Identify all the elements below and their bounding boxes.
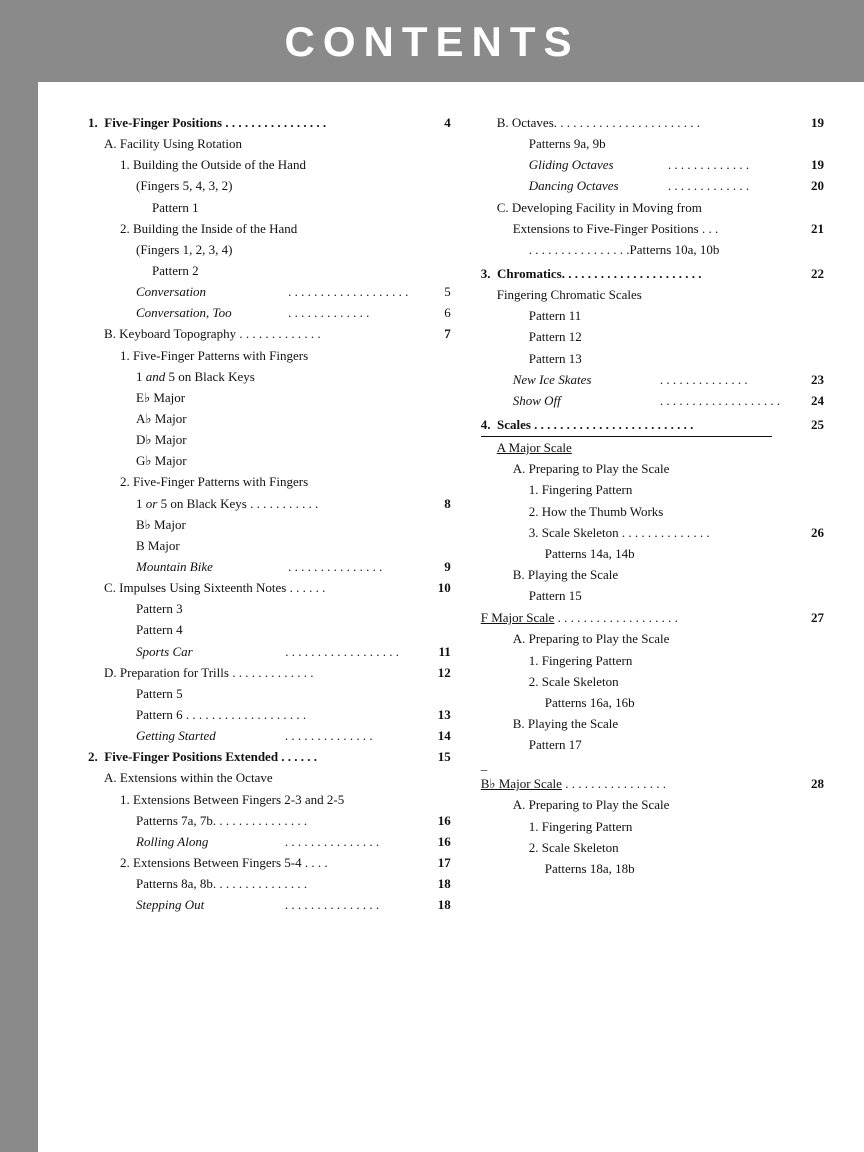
toc-item-ext-2-3-2-5: 1. Extensions Between Fingers 2-3 and 2-…: [88, 790, 451, 810]
toc-item-1: 1. Five-Finger Positions . . . . . . . .…: [88, 113, 451, 133]
toc-item-pattern15: Pattern 15: [481, 586, 824, 606]
toc-item-pattern6: Pattern 6 . . . . . . . . . . . . . . . …: [88, 705, 451, 725]
content-area: 1. Five-Finger Positions . . . . . . . .…: [38, 82, 864, 956]
toc-item-sports-car: Sports Car . . . . . . . . . . . . . . .…: [88, 642, 451, 662]
toc-item-a-major-scale-header: A Major Scale: [481, 438, 824, 458]
toc-item-pattern17: Pattern 17: [481, 735, 824, 755]
header-bar: CONTENTS: [0, 0, 864, 82]
toc-item-3-skeleton: 3. Scale Skeleton . . . . . . . . . . . …: [481, 523, 824, 543]
toc-item-bb-major-scale: B♭ Major Scale . . . . . . . . . . . . .…: [481, 774, 824, 794]
toc-item-2-five-finger-patterns: 2. Five-Finger Patterns with Fingers: [88, 472, 451, 492]
toc-item-b-octaves: B. Octaves. . . . . . . . . . . . . . . …: [481, 113, 824, 133]
toc-item-preparing-f: A. Preparing to Play the Scale: [481, 629, 824, 649]
toc-item-show-off: Show Off . . . . . . . . . . . . . . . .…: [481, 391, 824, 411]
left-column: 1. Five-Finger Positions . . . . . . . .…: [88, 112, 471, 916]
toc-item-ab-major: A♭ Major: [88, 409, 451, 429]
toc-item-dancing-octaves: Dancing Octaves. . . . . . . . . . . . .…: [481, 176, 824, 196]
toc-item-preparing-a-major: A. Preparing to Play the Scale: [481, 459, 824, 479]
toc-item-eb-major: E♭ Major: [88, 388, 451, 408]
toc-item-conversation: Conversation. . . . . . . . . . . . . . …: [88, 282, 451, 302]
toc-item-gliding-octaves: Gliding Octaves . . . . . . . . . . . . …: [481, 155, 824, 175]
toc-item-4: 4. Scales . . . . . . . . . . . . . . . …: [481, 415, 824, 435]
toc-item-fingers-5432: (Fingers 5, 4, 3, 2): [88, 176, 451, 196]
toc-item-1-five-finger-patterns: 1. Five-Finger Patterns with Fingers: [88, 346, 451, 366]
toc-item-f-major: F Major Scale . . . . . . . . . . . . . …: [481, 608, 824, 628]
toc-item-b-playing-a: B. Playing the Scale: [481, 565, 824, 585]
toc-item-pattern12: Pattern 12: [481, 327, 824, 347]
toc-item-ext-5-4: 2. Extensions Between Fingers 5-4 . . . …: [88, 853, 451, 873]
underline-a-major: [481, 436, 773, 437]
left-border: [0, 0, 38, 1152]
toc-item-stepping-out: Stepping Out . . . . . . . . . . . . . .…: [88, 895, 451, 915]
toc-item-pattern11: Pattern 11: [481, 306, 824, 326]
toc-item-b-keyboard: B. Keyboard Topography . . . . . . . . .…: [88, 324, 451, 344]
right-column: B. Octaves. . . . . . . . . . . . . . . …: [471, 112, 824, 916]
toc-item-d-preparation: D. Preparation for Trills . . . . . . . …: [88, 663, 451, 683]
toc-item-mountain-bike: Mountain Bike . . . . . . . . . . . . . …: [88, 557, 451, 577]
toc-item-c-impulses: C. Impulses Using Sixteenth Notes . . . …: [88, 578, 451, 598]
toc-item-patterns-18a-18b: Patterns 18a, 18b: [481, 859, 824, 879]
toc-item-2-skeleton-bb: 2. Scale Skeleton: [481, 838, 824, 858]
toc-item-fingers-1234: (Fingers 1, 2, 3, 4): [88, 240, 451, 260]
toc-item-pattern5: Pattern 5: [88, 684, 451, 704]
toc-item-2-skeleton-f: 2. Scale Skeleton: [481, 672, 824, 692]
underline-bb-major-line: _: [481, 757, 824, 773]
toc-item-b-playing-f: B. Playing the Scale: [481, 714, 824, 734]
page-title: CONTENTS: [285, 18, 580, 65]
toc-item-patterns-7a-7b: Patterns 7a, 7b. . . . . . . . . . . . .…: [88, 811, 451, 831]
toc-item-patterns-9a-9b: Patterns 9a, 9b: [481, 134, 824, 154]
toc-item-1-outside: 1. Building the Outside of the Hand: [88, 155, 451, 175]
toc-item-1-fingering: 1. Fingering Pattern: [481, 480, 824, 500]
toc-item-2: 2. Five-Finger Positions Extended . . . …: [88, 747, 451, 767]
toc-item-patterns-10a-10b: . . . . . . . . . . . . . . . .Patterns …: [481, 240, 824, 260]
toc-item-new-ice-skates: New Ice Skates . . . . . . . . . . . . .…: [481, 370, 824, 390]
toc-item-extensions-5finger: Extensions to Five-Finger Positions . . …: [481, 219, 824, 239]
toc-item-fingering-chromatic: Fingering Chromatic Scales: [481, 285, 824, 305]
toc-item-db-major: D♭ Major: [88, 430, 451, 450]
toc-item-preparing-bb: A. Preparing to Play the Scale: [481, 795, 824, 815]
toc-item-pattern13: Pattern 13: [481, 349, 824, 369]
toc-item-gb-major: G♭ Major: [88, 451, 451, 471]
toc-item-1-and-5-black: 1 and 5 on Black Keys: [88, 367, 451, 387]
toc-item-1-or-5-black: 1 or 5 on Black Keys . . . . . . . . . .…: [88, 494, 451, 514]
toc-item-bb-major: B♭ Major: [88, 515, 451, 535]
toc-item-getting-started: Getting Started . . . . . . . . . . . . …: [88, 726, 451, 746]
bb-major-marker: _: [481, 757, 488, 772]
toc-item-2-inside: 2. Building the Inside of the Hand: [88, 219, 451, 239]
toc-item-pattern4: Pattern 4: [88, 620, 451, 640]
toc-item-patterns-14a-14b: Patterns 14a, 14b: [481, 544, 824, 564]
toc-item-conversation-too: Conversation, Too . . . . . . . . . . . …: [88, 303, 451, 323]
toc-item-b-major: B Major: [88, 536, 451, 556]
toc-item-1-fingering-f: 1. Fingering Pattern: [481, 651, 824, 671]
toc-item-patterns-8a-8b: Patterns 8a, 8b. . . . . . . . . . . . .…: [88, 874, 451, 894]
toc-item-patterns-16a-16b: Patterns 16a, 16b: [481, 693, 824, 713]
toc-item-2-thumb: 2. How the Thumb Works: [481, 502, 824, 522]
toc-item-pattern1: Pattern 1: [88, 198, 451, 218]
toc-item-3: 3. Chromatics. . . . . . . . . . . . . .…: [481, 264, 824, 284]
toc-item-pattern3: Pattern 3: [88, 599, 451, 619]
toc-item-a-facility: A. Facility Using Rotation: [88, 134, 451, 154]
toc-item-rolling-along: Rolling Along . . . . . . . . . . . . . …: [88, 832, 451, 852]
toc-item-c-developing: C. Developing Facility in Moving from: [481, 198, 824, 218]
toc-item-pattern2: Pattern 2: [88, 261, 451, 281]
toc-item-1-fingering-bb: 1. Fingering Pattern: [481, 817, 824, 837]
toc-item-a-extensions: A. Extensions within the Octave: [88, 768, 451, 788]
